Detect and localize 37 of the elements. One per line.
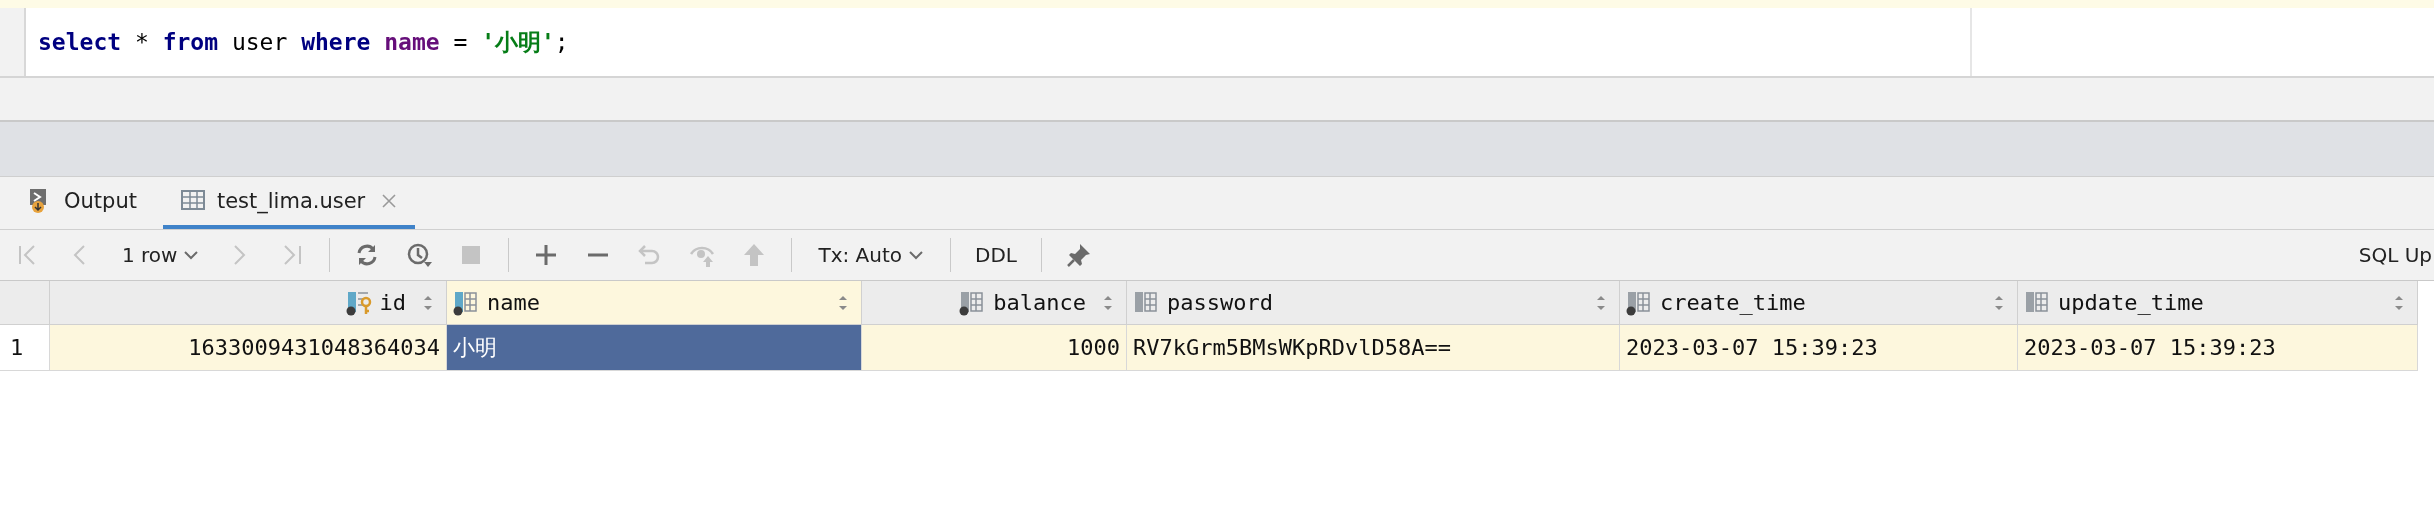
column-name: id	[379, 290, 406, 315]
pin-icon	[1066, 242, 1092, 268]
ddl-button[interactable]: DDL	[967, 243, 1025, 267]
column-name: update_time	[2058, 290, 2204, 315]
column-header[interactable]: balance	[862, 281, 1127, 325]
table-cell[interactable]: RV7kGrm5BMsWKpRDvlD58A==	[1127, 325, 1620, 371]
column-name: create_time	[1660, 290, 1806, 315]
table-cell[interactable]: 1633009431048364034	[50, 325, 447, 371]
sort-icon	[1993, 294, 2005, 311]
table-cell[interactable]: 1000	[862, 325, 1127, 371]
column-name: balance	[993, 290, 1086, 315]
clock-icon	[406, 242, 433, 268]
column-header[interactable]: update_time	[2018, 281, 2418, 325]
column-name: name	[487, 290, 540, 315]
sort-icon	[1595, 294, 1607, 311]
minus-icon	[588, 253, 609, 257]
dropdown[interactable]: 1 row	[112, 235, 210, 275]
sort-icon	[422, 294, 434, 311]
chevron-down-icon	[908, 249, 925, 261]
column-header[interactable]: id	[50, 281, 447, 325]
code-line: select * from user where name = '小明';	[38, 27, 569, 57]
sort-icon	[1102, 294, 1114, 311]
row-number: 1	[0, 325, 50, 371]
close-icon	[381, 193, 398, 209]
column-header[interactable]: create_time	[1620, 281, 2018, 325]
column-header[interactable]: password	[1127, 281, 1620, 325]
sort-icon	[837, 294, 849, 311]
sort-icon	[2393, 294, 2405, 311]
toolbar-label[interactable]: SQL Up	[2358, 243, 2434, 267]
column-header[interactable]: name	[447, 281, 862, 325]
column-name: password	[1167, 290, 1273, 315]
chevron-down-icon	[183, 249, 200, 261]
tab[interactable]: Output	[24, 177, 155, 229]
table-cell[interactable]: 2023-03-07 15:39:23	[2018, 325, 2418, 371]
table-cell[interactable]: 2023-03-07 15:39:23	[1620, 325, 2018, 371]
table-cell[interactable]: 小明	[447, 325, 862, 371]
dropdown[interactable]: Tx: Auto	[808, 235, 935, 275]
